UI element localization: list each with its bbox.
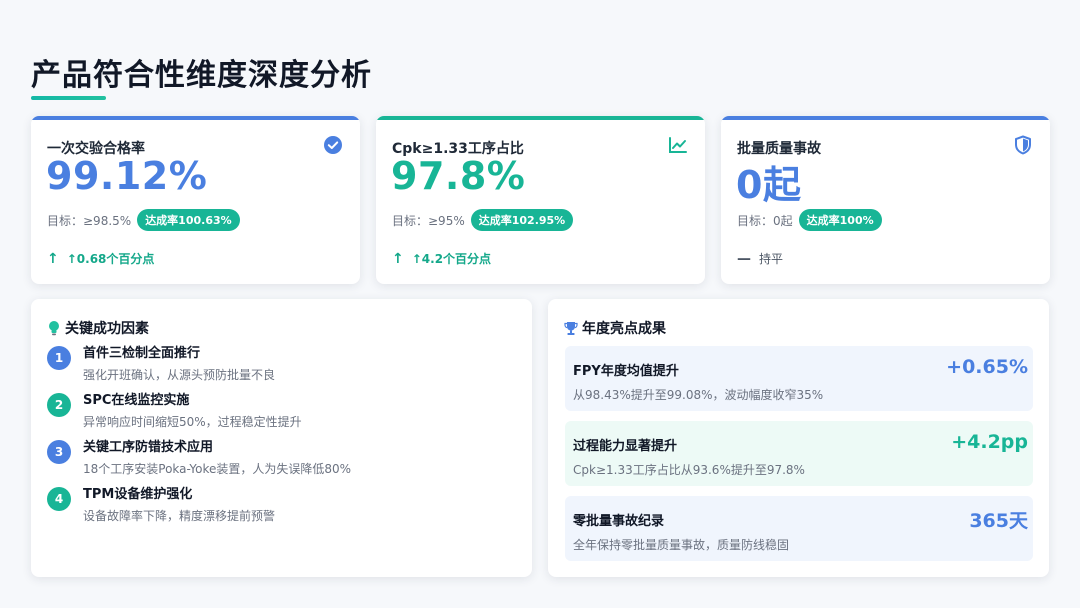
panel-title: 关键成功因素 [47,318,149,338]
kpi-card-cpk: Cpk≥1.33工序占比 97.8% 目标：≥95% 达成率102.95% ↑ … [376,116,705,284]
card-top-bar [31,116,360,120]
factor-desc: 异常响应时间缩短50%，过程稳定性提升 [83,415,302,429]
achievement-rate-badge: 达成率102.95% [470,209,574,231]
shield-icon [1015,135,1031,155]
achievement-title: 零批量事故纪录 [573,514,665,529]
achievement-desc: 从98.43%提升至99.08%，波动幅度收窄35% [573,388,824,402]
achievement-item: FPY年度均值提升 从98.43%提升至99.08%，波动幅度收窄35% +0.… [565,346,1033,411]
page-title: 产品符合性维度深度分析 [31,58,372,93]
achievement-rate-badge: 达成率100% [798,209,882,231]
title-underline [31,96,106,100]
kpi-change: ↑0.68个百分点 [66,252,155,266]
card-top-bar [376,116,705,120]
achievement-rate-badge: 达成率100.63% [137,209,240,231]
kpi-target-row: 目标：≥95% 达成率102.95% [392,209,574,231]
factor-item: 2 SPC在线监控实施 异常响应时间缩短50%，过程稳定性提升 [47,393,302,429]
achievement-title: 过程能力显著提升 [573,439,678,454]
panel-title-text: 年度亮点成果 [582,321,666,337]
factor-item: 4 TPM设备维护强化 设备故障率下降，精度漂移提前预警 [47,487,275,523]
check-circle-icon [324,136,342,154]
kpi-card-pass-rate: 一次交验合格率 99.12% 目标：≥98.5% 达成率100.63% ↑ ↑0… [31,116,360,284]
factor-desc: 强化开班确认，从源头预防批量不良 [83,368,276,382]
panel-title: 年度亮点成果 [564,318,666,338]
factor-item: 1 首件三检制全面推行 强化开班确认，从源头预防批量不良 [47,346,275,382]
achievement-desc: 全年保持零批量质量事故，质量防线稳固 [573,538,790,552]
factor-title: SPC在线监控实施 [83,393,190,408]
achievement-value: +0.65% [946,356,1028,378]
achievement-desc: Cpk≥1.33工序占比从93.6%提升至97.8% [573,463,805,477]
success-factors-panel: 关键成功因素 1 首件三检制全面推行 强化开班确认，从源头预防批量不良 2 SP… [31,299,532,577]
factor-desc: 设备故障率下降，精度漂移提前预警 [83,509,276,523]
number-badge: 4 [47,487,71,511]
kpi-target: 目标：≥95% [392,213,465,228]
trophy-icon [564,321,578,335]
number-badge: 1 [47,346,71,370]
kpi-target: 目标：0起 [737,213,793,228]
achievement-item: 零批量事故纪录 全年保持零批量质量事故，质量防线稳固 365天 [565,496,1033,561]
kpi-value: 97.8% [391,154,526,198]
kpi-value: 0起 [736,163,802,207]
factor-title: 首件三检制全面推行 [83,346,201,361]
factor-item: 3 关键工序防错技术应用 18个工序安装Poka-Yoke装置，人为失误降低80… [47,440,351,476]
kpi-change-row: ↑ ↑0.68个百分点 [47,250,154,267]
kpi-change: ↑4.2个百分点 [411,252,492,266]
kpi-change-row: — 持平 [737,250,783,267]
arrow-up-icon: ↑ [392,250,404,267]
annual-highlights-panel: 年度亮点成果 FPY年度均值提升 从98.43%提升至99.08%，波动幅度收窄… [548,299,1049,577]
factor-title: TPM设备维护强化 [83,487,193,502]
number-badge: 3 [47,440,71,464]
achievement-item: 过程能力显著提升 Cpk≥1.33工序占比从93.6%提升至97.8% +4.2… [565,421,1033,486]
kpi-target-row: 目标：≥98.5% 达成率100.63% [47,209,240,231]
lightbulb-icon [49,321,59,336]
number-badge: 2 [47,393,71,417]
kpi-target-row: 目标：0起 达成率100% [737,209,882,231]
arrow-up-icon: ↑ [47,250,59,267]
factor-desc: 18个工序安装Poka-Yoke装置，人为失误降低80% [83,462,352,476]
kpi-change-row: ↑ ↑4.2个百分点 [392,250,491,267]
achievement-value: +4.2pp [951,431,1028,453]
kpi-value: 99.12% [46,154,208,198]
line-chart-icon [669,137,687,153]
kpi-target: 目标：≥98.5% [47,213,132,228]
minus-icon: — [737,250,751,267]
achievement-title: FPY年度均值提升 [573,364,679,379]
card-top-bar [721,116,1050,120]
panel-title-text: 关键成功因素 [65,321,149,337]
achievement-value: 365天 [969,510,1028,532]
kpi-change: 持平 [759,252,784,266]
factor-title: 关键工序防错技术应用 [83,440,214,455]
kpi-card-incidents: 批量质量事故 0起 目标：0起 达成率100% — 持平 [721,116,1050,284]
